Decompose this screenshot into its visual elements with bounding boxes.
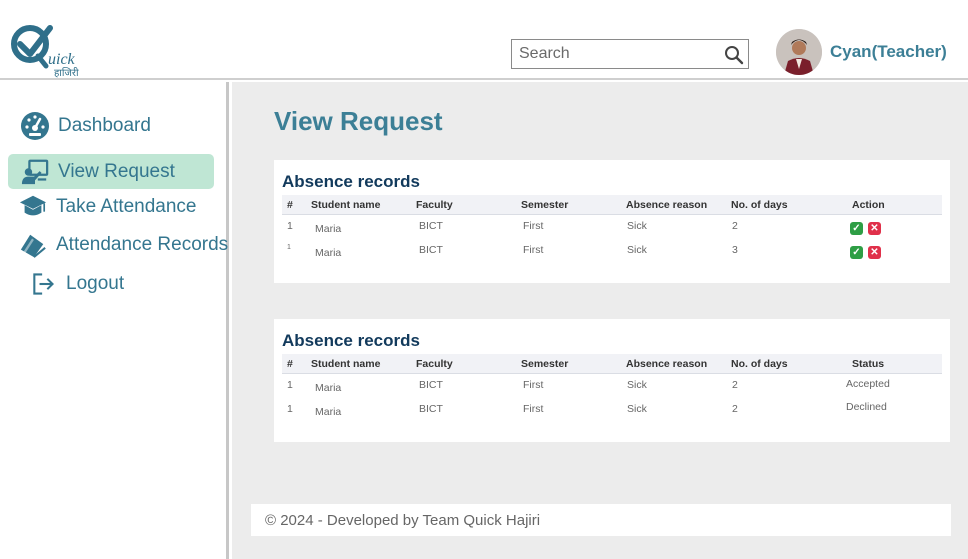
semester: First bbox=[523, 379, 544, 391]
column-header: No. of days bbox=[731, 199, 788, 211]
status-text: Declined bbox=[846, 401, 887, 413]
row-number: 1 bbox=[287, 379, 293, 391]
faculty: BICT bbox=[419, 244, 443, 256]
close-icon: ✕ bbox=[870, 247, 879, 258]
logout-icon bbox=[28, 269, 58, 299]
footer: © 2024 - Developed by Team Quick Hajiri bbox=[251, 504, 951, 536]
absence-reason: Sick bbox=[627, 403, 647, 415]
column-header: Semester bbox=[521, 358, 569, 370]
column-header: Faculty bbox=[416, 358, 453, 370]
svg-text:uick: uick bbox=[48, 51, 76, 68]
row-number: 1 bbox=[287, 244, 291, 251]
check-icon: ✓ bbox=[852, 247, 861, 258]
sidebar-item-label: Dashboard bbox=[58, 115, 151, 136]
absence-history-card: Absence records # Student name Faculty S… bbox=[274, 319, 950, 442]
semester: First bbox=[523, 220, 544, 232]
days-count: 2 bbox=[732, 379, 738, 391]
top-bar: uick हाजिरी Cyan(Teacher) bbox=[0, 0, 968, 80]
sidebar-item-dashboard[interactable]: Dashboard bbox=[20, 111, 151, 141]
card-title: Absence records bbox=[282, 172, 420, 191]
absence-reason: Sick bbox=[627, 244, 647, 256]
search-box[interactable] bbox=[511, 39, 749, 69]
column-header: Status bbox=[852, 358, 885, 370]
page-title: View Request bbox=[274, 106, 443, 136]
student-name: Maria bbox=[315, 247, 342, 259]
column-header: Absence reason bbox=[626, 199, 708, 211]
decline-button[interactable]: ✕ bbox=[868, 222, 881, 235]
user-name[interactable]: Cyan(Teacher) bbox=[830, 42, 947, 62]
row-number: 1 bbox=[287, 403, 293, 415]
sidebar-item-attendance-records[interactable]: Attendance Records bbox=[18, 230, 228, 260]
days-count: 3 bbox=[732, 244, 738, 256]
search-icon[interactable] bbox=[724, 45, 744, 65]
days-count: 2 bbox=[732, 403, 738, 415]
column-header: Faculty bbox=[416, 199, 453, 211]
days-count: 2 bbox=[732, 220, 738, 232]
logo-icon: uick हाजिरी bbox=[11, 25, 79, 79]
sidebar: Dashboard View Request Take Attendance A… bbox=[0, 82, 229, 559]
column-header: Action bbox=[852, 199, 885, 211]
column-header: Student name bbox=[311, 358, 381, 370]
teacher-board-icon bbox=[20, 157, 50, 187]
speedometer-icon bbox=[20, 111, 50, 141]
footer-text: © 2024 - Developed by Team Quick Hajiri bbox=[265, 512, 541, 529]
avatar[interactable] bbox=[776, 29, 822, 75]
status-text: Accepted bbox=[846, 378, 890, 390]
faculty: BICT bbox=[419, 220, 443, 232]
close-icon: ✕ bbox=[870, 223, 879, 234]
graduation-cap-icon bbox=[18, 192, 48, 222]
table-row: 1 Maria BICT First Sick 2 Declined bbox=[282, 401, 942, 421]
table-row: 1 Maria BICT First Sick 2 Accepted bbox=[282, 377, 942, 397]
svg-text:हाजिरी: हाजिरी bbox=[54, 67, 79, 79]
column-header: Semester bbox=[521, 199, 569, 211]
semester: First bbox=[523, 403, 544, 415]
student-name: Maria bbox=[315, 223, 342, 235]
column-header: # bbox=[287, 358, 293, 370]
absence-reason: Sick bbox=[627, 379, 647, 391]
accept-button[interactable]: ✓ bbox=[850, 222, 863, 235]
row-number: 1 bbox=[287, 220, 293, 232]
main-content: View Request Absence records # Student n… bbox=[232, 82, 968, 559]
table-row: 1 Maria BICT First Sick 3 ✓ ✕ bbox=[282, 242, 942, 262]
sidebar-item-label: Logout bbox=[66, 273, 125, 294]
column-header: Student name bbox=[311, 199, 381, 211]
column-header: Absence reason bbox=[626, 358, 708, 370]
check-icon: ✓ bbox=[852, 223, 861, 234]
search-input[interactable] bbox=[512, 40, 712, 68]
sidebar-item-view-request[interactable]: View Request bbox=[8, 154, 214, 189]
absence-reason: Sick bbox=[627, 220, 647, 232]
sidebar-item-label: Take Attendance bbox=[56, 196, 197, 217]
semester: First bbox=[523, 244, 544, 256]
user-avatar-icon bbox=[776, 29, 822, 75]
student-name: Maria bbox=[315, 382, 342, 394]
student-name: Maria bbox=[315, 406, 342, 418]
faculty: BICT bbox=[419, 403, 443, 415]
table-header: # Student name Faculty Semester Absence … bbox=[282, 354, 942, 374]
column-header: No. of days bbox=[731, 358, 788, 370]
faculty: BICT bbox=[419, 379, 443, 391]
sidebar-item-logout[interactable]: Logout bbox=[28, 269, 124, 299]
accept-button[interactable]: ✓ bbox=[850, 246, 863, 259]
absence-requests-card: Absence records # Student name Faculty S… bbox=[274, 160, 950, 283]
decline-button[interactable]: ✕ bbox=[868, 246, 881, 259]
sidebar-item-label: View Request bbox=[58, 160, 175, 182]
app-logo[interactable]: uick हाजिरी bbox=[8, 24, 88, 80]
column-header: # bbox=[287, 199, 293, 211]
table-row: 1 Maria BICT First Sick 2 ✓ ✕ bbox=[282, 218, 942, 238]
card-title: Absence records bbox=[282, 331, 420, 350]
sidebar-item-take-attendance[interactable]: Take Attendance bbox=[18, 192, 197, 222]
table-header: # Student name Faculty Semester Absence … bbox=[282, 195, 942, 215]
book-stack-icon bbox=[18, 230, 48, 260]
sidebar-item-label: Attendance Records bbox=[56, 234, 229, 255]
